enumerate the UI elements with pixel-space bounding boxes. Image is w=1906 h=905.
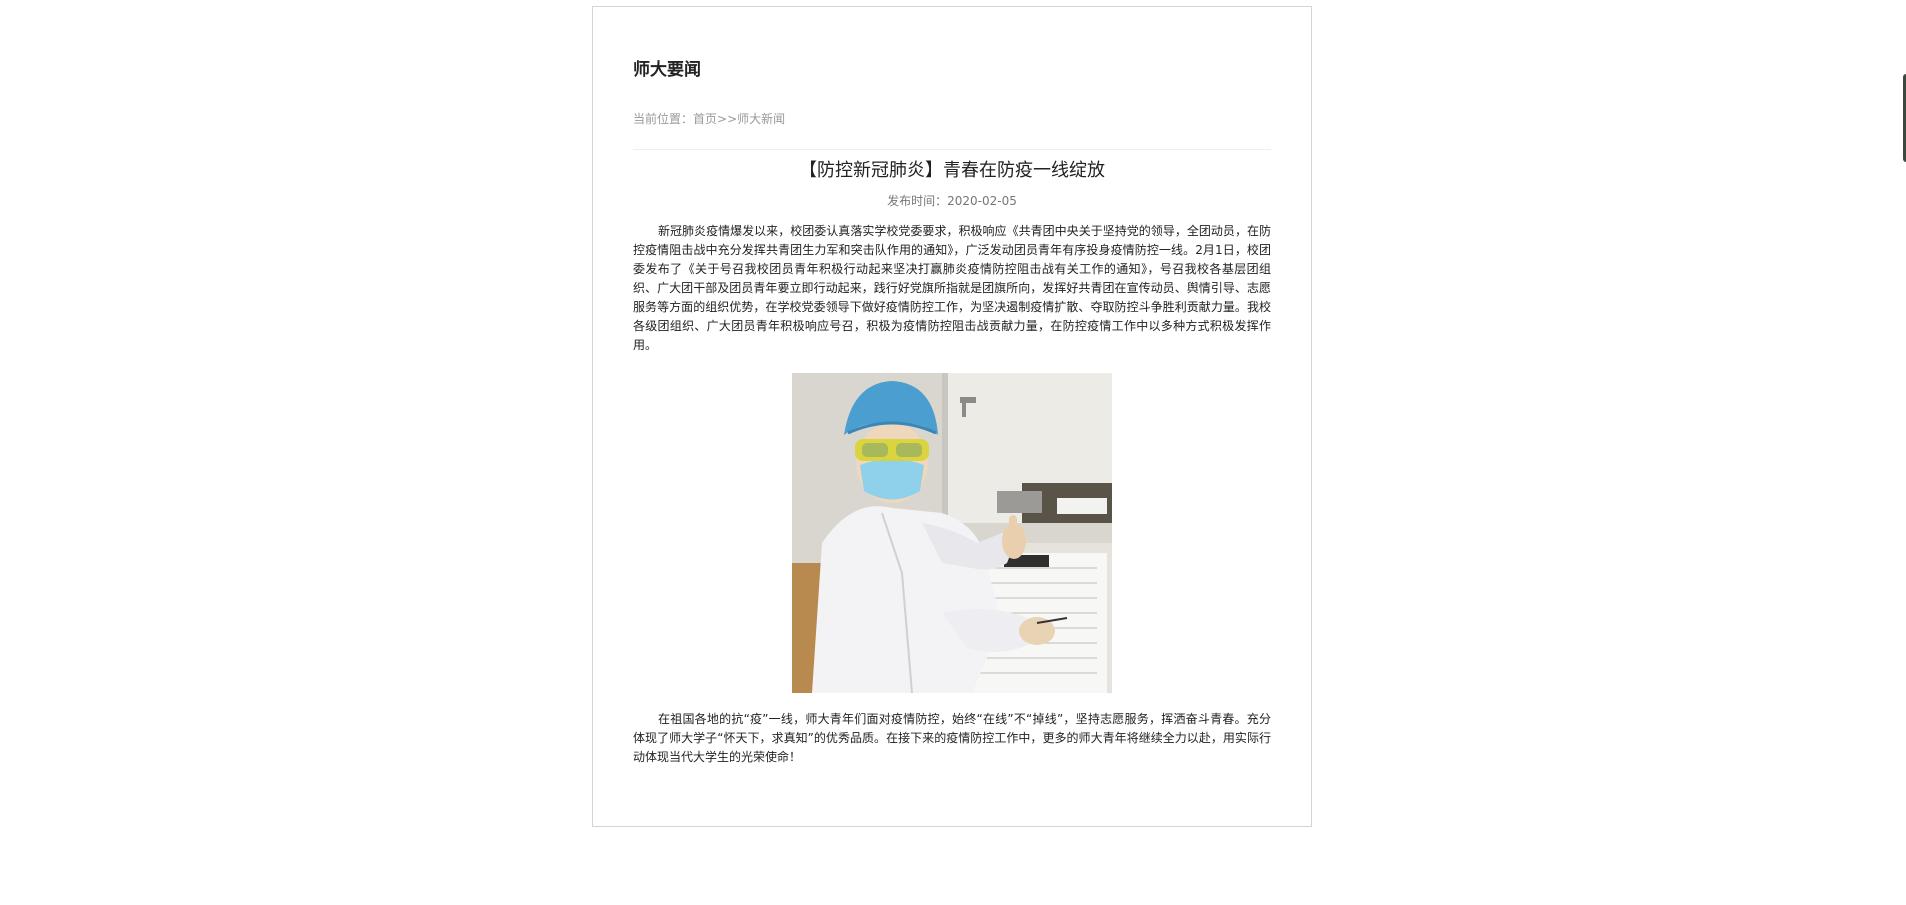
breadcrumb-separator: >>	[717, 112, 738, 126]
publish-time-label: 发布时间：	[887, 194, 948, 208]
publish-time-value: 2020-02-05	[947, 194, 1017, 208]
breadcrumb-home-link[interactable]: 首页	[693, 112, 717, 126]
publish-time: 发布时间：2020-02-05	[633, 193, 1271, 209]
article-paragraph-1: 新冠肺炎疫情爆发以来，校团委认真落实学校党委要求，积极响应《共青团中央关于坚持党…	[633, 224, 1271, 352]
breadcrumb-prefix: 当前位置：	[633, 112, 694, 126]
section-title: 师大要闻	[633, 60, 701, 80]
article-panel: 师大要闻 当前位置：首页>>师大新闻 【防控新冠肺炎】青春在防疫一线绽放 发布时…	[592, 6, 1312, 827]
page: 师大要闻 当前位置：首页>>师大新闻 【防控新冠肺炎】青春在防疫一线绽放 发布时…	[0, 0, 1906, 905]
divider	[633, 149, 1271, 150]
article-inner: 师大要闻 当前位置：首页>>师大新闻 【防控新冠肺炎】青春在防疫一线绽放 发布时…	[633, 7, 1271, 779]
article-paragraph-2: 在祖国各地的抗“疫”一线，师大青年们面对疫情防控，始终“在线”不“掉线”，坚持志…	[633, 712, 1271, 764]
breadcrumb-current-link[interactable]: 师大新闻	[737, 112, 785, 126]
article-title: 【防控新冠肺炎】青春在防疫一线绽放	[799, 160, 1105, 181]
breadcrumb: 当前位置：首页>>师大新闻	[633, 111, 1271, 127]
photo-medical-worker-icon	[792, 373, 1112, 693]
article-photo	[792, 373, 1112, 693]
